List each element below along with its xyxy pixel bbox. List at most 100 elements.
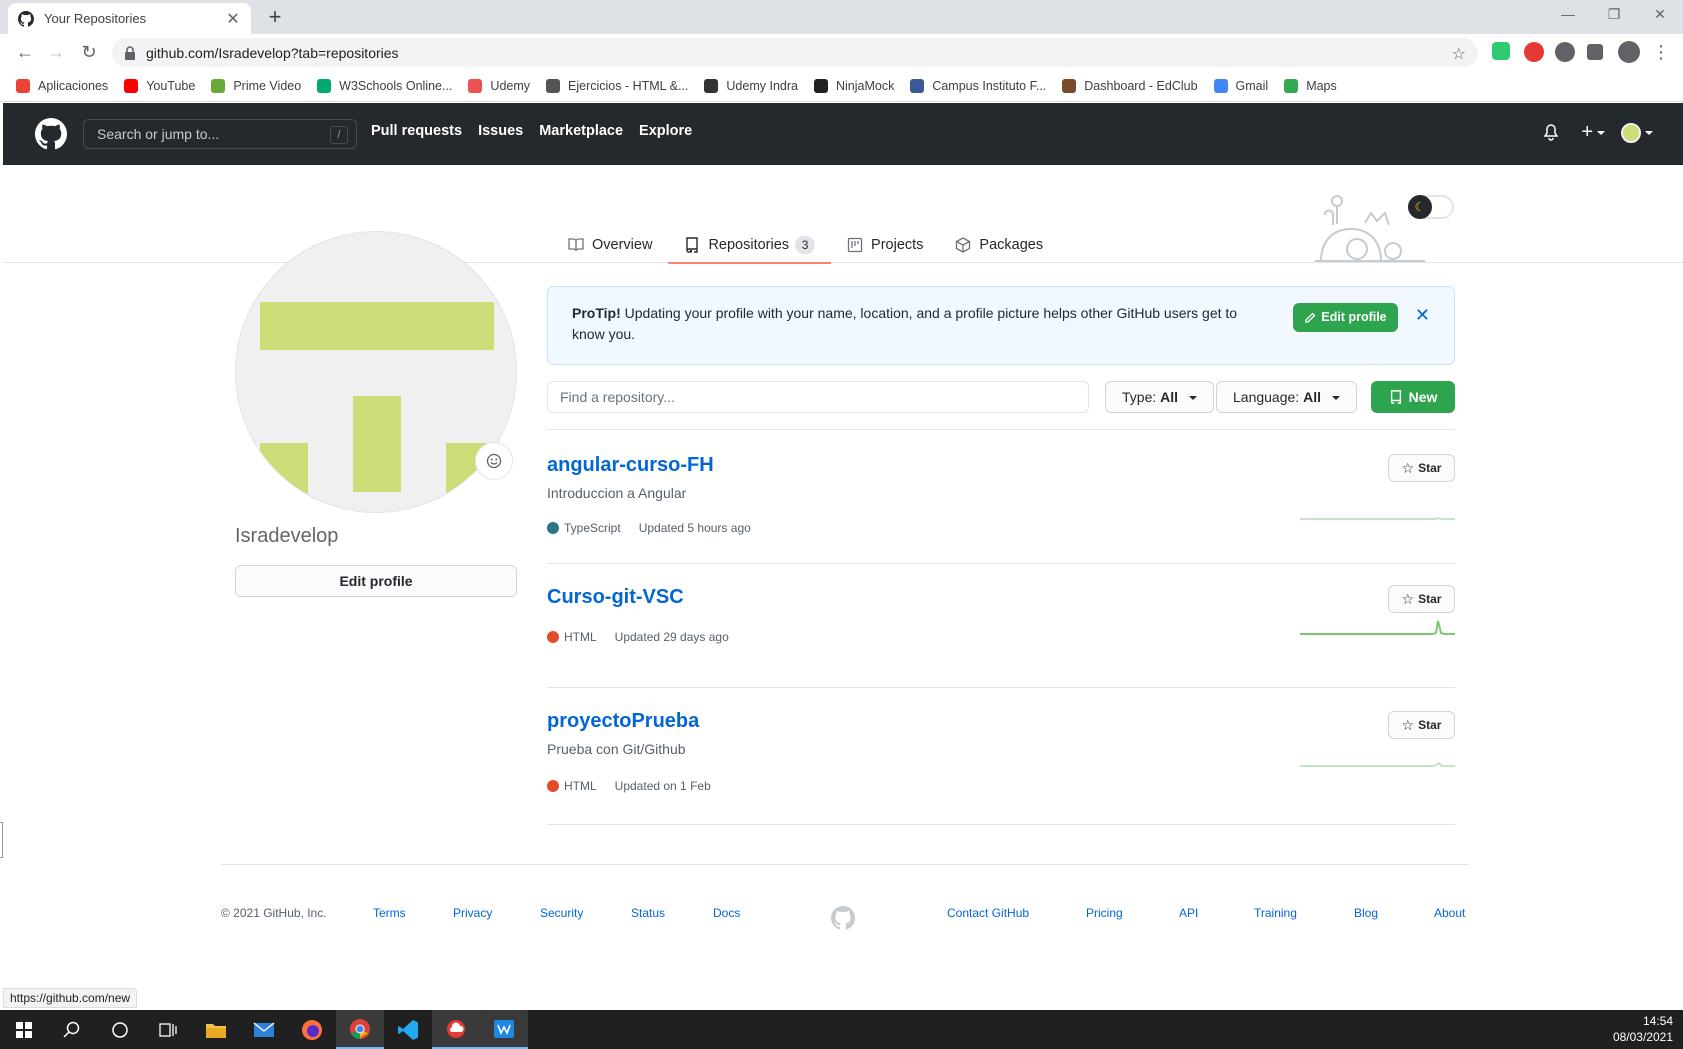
footer-link-blog[interactable]: Blog <box>1354 906 1378 920</box>
bookmark-item[interactable]: W3Schools Online... <box>317 78 452 93</box>
bookmark-item[interactable]: Udemy <box>468 78 531 93</box>
bookmark-label: Dashboard - EdClub <box>1084 78 1198 93</box>
windows-start-icon[interactable] <box>0 1010 48 1049</box>
chrome-icon[interactable] <box>336 1010 384 1049</box>
tab-overview[interactable]: Overview <box>552 227 668 263</box>
new-repository-button[interactable]: New <box>1371 381 1455 413</box>
whiteboard-app-icon[interactable] <box>480 1010 528 1049</box>
cortana-icon[interactable] <box>96 1010 144 1049</box>
nav-marketplace[interactable]: Marketplace <box>539 123 623 139</box>
shield-extension-icon[interactable] <box>1492 42 1510 60</box>
notification-bell-icon[interactable] <box>1543 123 1559 142</box>
bookmark-favicon-icon <box>211 78 226 93</box>
bookmark-item[interactable]: YouTube <box>124 78 195 93</box>
bookmark-star-icon[interactable]: ☆ <box>1452 44 1466 64</box>
puzzle-icon[interactable] <box>1587 44 1603 60</box>
footer-link-pricing[interactable]: Pricing <box>1086 906 1123 920</box>
star-icon: ☆ <box>1401 716 1415 733</box>
create-new-plus-icon[interactable]: + <box>1581 121 1593 144</box>
repo-name-link[interactable]: proyectoPrueba <box>547 710 1455 733</box>
footer-link-about[interactable]: About <box>1434 906 1465 920</box>
cloud-extension-icon[interactable] <box>1524 42 1544 62</box>
url-text: github.com/Isradevelop?tab=repositories <box>146 44 399 61</box>
footer-link-security[interactable]: Security <box>540 906 583 920</box>
bookmark-item[interactable]: Campus Instituto F... <box>910 78 1046 93</box>
bookmark-item[interactable]: Maps <box>1284 78 1337 93</box>
tab-projects-label: Projects <box>871 237 924 253</box>
close-tab-icon[interactable]: ✕ <box>225 9 241 29</box>
task-view-icon[interactable] <box>144 1010 192 1049</box>
bookmark-label: Prime Video <box>233 78 302 93</box>
bookmark-item[interactable]: Prime Video <box>211 78 302 93</box>
back-arrow-icon[interactable]: ← <box>14 41 36 63</box>
project-icon <box>847 237 863 253</box>
footer-link-privacy[interactable]: Privacy <box>453 906 492 920</box>
search-shortcut-key: / <box>330 126 348 144</box>
protip-banner: ProTip! Updating your profile with your … <box>547 286 1455 365</box>
browser-tab[interactable]: Your Repositories ✕ <box>8 3 251 34</box>
repo-list-divider <box>547 429 1455 430</box>
minimize-window-icon[interactable]: — <box>1545 0 1591 30</box>
forward-arrow-icon[interactable]: → <box>45 41 67 63</box>
clock-time: 14:54 <box>1642 1014 1673 1028</box>
dark-mode-toggle[interactable]: ☾ <box>1408 195 1454 219</box>
github-logo-icon[interactable] <box>35 118 67 150</box>
set-status-button[interactable] <box>475 442 513 480</box>
footer-divider <box>221 864 1469 865</box>
search-input[interactable]: Search or jump to... / <box>83 119 357 149</box>
tab-projects[interactable]: Projects <box>831 227 939 263</box>
bookmark-label: Udemy <box>490 78 531 93</box>
bookmark-item[interactable]: Dashboard - EdClub <box>1062 78 1198 93</box>
restore-window-icon[interactable]: ❐ <box>1591 0 1637 30</box>
tab-packages[interactable]: Packages <box>939 227 1059 263</box>
account-avatar-icon[interactable] <box>1618 41 1640 63</box>
star-button[interactable]: ☆ Star <box>1388 454 1455 482</box>
repo-updated: Updated 5 hours ago <box>638 521 751 535</box>
footer-link-training[interactable]: Training <box>1254 906 1297 920</box>
nav-pull-requests[interactable]: Pull requests <box>371 123 462 139</box>
type-filter-value: All <box>1160 389 1179 405</box>
nav-explore[interactable]: Explore <box>639 123 692 139</box>
bookmark-item[interactable]: Gmail <box>1213 78 1268 93</box>
language-filter-dropdown[interactable]: Language: All <box>1216 381 1357 413</box>
windows-taskbar: 14:54 08/03/2021 <box>0 1010 1683 1049</box>
bookmark-favicon-icon <box>317 78 332 93</box>
extension-icon[interactable] <box>1555 42 1575 62</box>
bookmark-favicon-icon <box>1062 78 1077 93</box>
file-explorer-icon[interactable] <box>192 1010 240 1049</box>
firefox-icon[interactable] <box>288 1010 336 1049</box>
find-repository-input[interactable]: Find a repository... <box>547 381 1089 413</box>
vscode-icon[interactable] <box>384 1010 432 1049</box>
star-button[interactable]: ☆ Star <box>1388 711 1455 739</box>
protip-edit-profile-button[interactable]: Edit profile <box>1293 303 1398 332</box>
tab-repositories[interactable]: Repositories 3 <box>668 227 831 264</box>
footer-link-status[interactable]: Status <box>631 906 665 920</box>
footer-link-contact[interactable]: Contact GitHub <box>947 906 1029 920</box>
type-filter-dropdown[interactable]: Type: All <box>1105 381 1214 413</box>
bookmark-item[interactable]: Udemy Indra <box>704 78 798 93</box>
github-footer-logo-icon[interactable] <box>831 906 855 930</box>
edit-profile-button[interactable]: Edit profile <box>235 565 517 597</box>
close-protip-icon[interactable]: ✕ <box>1415 305 1430 326</box>
bookmark-item[interactable]: NinjaMock <box>813 78 894 93</box>
bookmark-favicon-icon <box>124 78 139 93</box>
system-clock[interactable]: 14:54 08/03/2021 <box>1613 1013 1673 1045</box>
footer-link-docs[interactable]: Docs <box>713 906 740 920</box>
cloud-app-icon[interactable] <box>432 1010 480 1049</box>
bookmark-favicon-icon <box>546 78 561 93</box>
reload-icon[interactable]: ↻ <box>78 41 100 63</box>
repo-name-link[interactable]: angular-curso-FH <box>547 454 1455 477</box>
footer-link-terms[interactable]: Terms <box>373 906 406 920</box>
footer-link-api[interactable]: API <box>1179 906 1198 920</box>
new-tab-button[interactable]: + <box>263 5 287 29</box>
bookmark-item[interactable]: Ejercicios - HTML &... <box>546 78 688 93</box>
close-window-icon[interactable]: ✕ <box>1637 0 1683 30</box>
address-bar[interactable]: github.com/Isradevelop?tab=repositories … <box>112 38 1478 67</box>
user-avatar[interactable] <box>1621 122 1641 143</box>
nav-issues[interactable]: Issues <box>478 123 523 139</box>
language-caret-icon <box>1331 396 1340 401</box>
mail-icon[interactable] <box>240 1010 288 1049</box>
kebab-menu-icon[interactable]: ⋮ <box>1650 41 1672 63</box>
search-icon[interactable] <box>48 1010 96 1049</box>
bookmark-item[interactable]: Aplicaciones <box>16 78 108 93</box>
